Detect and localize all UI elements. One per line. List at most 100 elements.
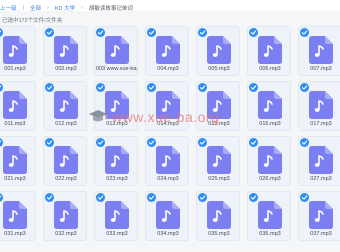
breadcrumb-all[interactable]: 全部 <box>30 4 41 12</box>
music-file-icon <box>258 201 282 234</box>
music-file-icon <box>54 91 78 124</box>
music-file-icon <box>105 146 129 179</box>
check-icon[interactable] <box>198 138 207 147</box>
breadcrumb-separator: › <box>46 4 49 11</box>
music-file-icon <box>105 91 129 124</box>
check-icon[interactable] <box>300 28 309 37</box>
file-item[interactable]: 026.mp3 <box>247 136 291 186</box>
check-icon[interactable] <box>198 83 207 92</box>
check-icon[interactable] <box>96 138 105 147</box>
file-item[interactable]: 025.mp3 <box>196 136 240 186</box>
selection-count: 已选中172个文件/文件夹 <box>2 18 63 24</box>
file-name: 007.mp3 <box>310 66 332 72</box>
music-file-icon <box>207 201 231 234</box>
check-icon[interactable] <box>45 193 54 202</box>
file-item[interactable]: 032.mp3 <box>43 191 87 241</box>
check-icon[interactable] <box>96 193 105 202</box>
file-item[interactable]: 037.mp3 <box>298 191 340 241</box>
file-name: 031.mp3 <box>4 231 26 237</box>
file-name: 037.mp3 <box>310 231 332 237</box>
check-icon[interactable] <box>249 193 258 202</box>
check-icon[interactable] <box>198 28 207 37</box>
check-icon[interactable] <box>249 138 258 147</box>
breadcrumb-current: 胡敏读故事记单词 <box>88 5 133 12</box>
file-item[interactable]: 033.mp3 <box>94 191 138 241</box>
music-file-icon <box>207 146 231 179</box>
file-name: 034.mp3 <box>157 231 179 237</box>
check-icon[interactable] <box>96 28 105 37</box>
breadcrumb: 上一级 | 全部 › KD 大学 › 胡敏读故事记单词 <box>0 2 133 13</box>
file-name: 026.mp3 <box>259 176 281 182</box>
music-file-icon <box>105 201 129 234</box>
file-name: 015.mp3 <box>208 121 230 127</box>
file-item[interactable]: 022.mp3 <box>43 136 87 186</box>
file-name: 017.mp3 <box>310 121 332 127</box>
file-item[interactable]: 024.mp3 <box>145 136 189 186</box>
file-item[interactable]: 014.mp3 <box>145 81 189 131</box>
file-name: 024.mp3 <box>157 176 179 182</box>
check-icon[interactable] <box>45 28 54 37</box>
file-item[interactable]: 017.mp3 <box>298 81 340 131</box>
check-icon[interactable] <box>45 83 54 92</box>
file-item[interactable]: 034.mp3 <box>145 191 189 241</box>
check-icon[interactable] <box>147 193 156 202</box>
file-name: 023.mp3 <box>106 176 128 182</box>
music-file-icon <box>156 36 180 69</box>
music-file-icon <box>105 36 129 69</box>
check-icon[interactable] <box>147 28 156 37</box>
file-name: 006.mp3 <box>259 66 281 72</box>
file-name: 022.mp3 <box>55 176 77 182</box>
music-file-icon <box>207 91 231 124</box>
music-file-icon <box>54 146 78 179</box>
file-item[interactable]: 036.mp3 <box>247 191 291 241</box>
music-file-icon <box>3 201 27 234</box>
check-icon[interactable] <box>300 138 309 147</box>
file-name: 001.mp3 <box>4 66 26 72</box>
file-item[interactable]: 021.mp3 <box>0 136 36 186</box>
check-icon[interactable] <box>147 83 156 92</box>
file-item[interactable]: 035.mp3 <box>196 191 240 241</box>
music-file-icon <box>3 146 27 179</box>
file-item[interactable]: 003 www.xue-ba. <box>94 26 138 76</box>
file-item[interactable]: 031.mp3 <box>0 191 36 241</box>
music-file-icon <box>54 36 78 69</box>
file-name: 035.mp3 <box>208 231 230 237</box>
file-name: 005.mp3 <box>208 66 230 72</box>
file-item[interactable]: 007.mp3 <box>298 26 340 76</box>
file-name: 032.mp3 <box>55 231 77 237</box>
music-file-icon <box>156 201 180 234</box>
check-icon[interactable] <box>249 83 258 92</box>
file-item[interactable]: 015.mp3 <box>196 81 240 131</box>
check-icon[interactable] <box>45 138 54 147</box>
file-name: 027.mp3 <box>310 176 332 182</box>
file-grid: 001.mp3 002.mp3 003 www.xue-ba. 004.mp3 005.… <box>0 26 340 252</box>
check-icon[interactable] <box>300 83 309 92</box>
file-item[interactable]: 005.mp3 <box>196 26 240 76</box>
music-file-icon <box>258 146 282 179</box>
file-item[interactable]: 006.mp3 <box>247 26 291 76</box>
file-item[interactable]: 004.mp3 <box>145 26 189 76</box>
check-icon[interactable] <box>249 28 258 37</box>
file-item[interactable]: 012.mp3 <box>43 81 87 131</box>
check-icon[interactable] <box>147 138 156 147</box>
file-name: 033.mp3 <box>106 231 128 237</box>
music-file-icon <box>258 91 282 124</box>
music-file-icon <box>309 201 333 234</box>
music-file-icon <box>207 36 231 69</box>
breadcrumb-folder[interactable]: KD 大学 <box>55 4 75 12</box>
file-item[interactable]: 016.mp3 <box>247 81 291 131</box>
file-item[interactable]: 002.mp3 <box>43 26 87 76</box>
music-file-icon <box>156 146 180 179</box>
file-item[interactable]: 013.mp3 <box>94 81 138 131</box>
file-item[interactable]: 023.mp3 <box>94 136 138 186</box>
file-item[interactable]: 001.mp3 <box>0 26 36 76</box>
check-icon[interactable] <box>300 193 309 202</box>
music-file-icon <box>258 36 282 69</box>
breadcrumb-up[interactable]: 上一级 <box>0 4 17 12</box>
check-icon[interactable] <box>198 193 207 202</box>
file-item[interactable]: 027.mp3 <box>298 136 340 186</box>
music-file-icon <box>309 146 333 179</box>
file-item[interactable]: 011.mp3 <box>0 81 36 131</box>
check-icon[interactable] <box>96 83 105 92</box>
music-file-icon <box>54 201 78 234</box>
